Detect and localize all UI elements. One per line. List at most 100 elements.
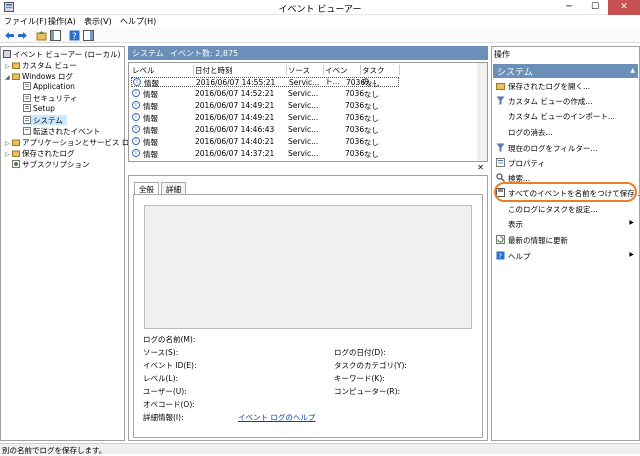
collapse-up-icon[interactable]: ▲ [630, 67, 635, 74]
subscription-icon [12, 160, 20, 168]
help-icon: ? [496, 251, 505, 260]
tree-item-forwarded-events[interactable]: 転送されたイベント [23, 126, 101, 136]
event-list: レベル 日付と時刻 ソース イベント... タスクの... i 情報 2016/… [128, 62, 488, 162]
log-icon [23, 116, 31, 124]
table-row[interactable]: i 情報 2016/06/07 14:49:21 Servic... 7036 … [131, 113, 399, 123]
tree-item-windows-logs[interactable]: ◢ Windows ログ [5, 71, 73, 81]
folder-icon [12, 62, 20, 69]
search-icon [496, 173, 505, 182]
folder-up-icon[interactable] [36, 30, 47, 41]
detail-pane-bar: ✕ [128, 163, 488, 173]
help-icon[interactable]: ? [69, 30, 80, 41]
tree-item-saved-logs[interactable]: ▷ 保存されたログ [5, 148, 75, 158]
tree-item-subscriptions[interactable]: サブスクリプション [12, 159, 90, 169]
expand-icon[interactable]: ▷ [5, 63, 12, 70]
tree-item-setup[interactable]: Setup [23, 104, 55, 114]
actions-section-header[interactable]: システム ▲ [493, 64, 638, 78]
svg-text:?: ? [72, 32, 77, 41]
action-filter-current-log[interactable]: 現在のログをフィルター... [496, 143, 636, 155]
tree-item-root[interactable]: イベント ビューアー (ローカル) [3, 49, 120, 59]
tree-item-application[interactable]: Application [23, 82, 75, 92]
info-icon: i [132, 125, 140, 133]
tab-details[interactable]: 詳細 [161, 182, 186, 194]
table-row[interactable]: i 情報 2016/06/07 14:49:21 Servic... 7036 … [131, 101, 399, 111]
action-view[interactable]: 表示 ▶ [508, 219, 636, 231]
column-header-date[interactable]: 日付と時刻 [195, 65, 287, 75]
table-row[interactable]: i 情報 2016/06/07 14:40:21 Servic... 7036 … [131, 137, 399, 147]
column-header-event-id[interactable]: イベント... [325, 65, 361, 86]
show-hide-tree-icon[interactable] [50, 30, 61, 41]
tree-item-system[interactable]: システム [23, 115, 67, 125]
show-hide-action-pane-icon[interactable] [83, 30, 94, 41]
field-event-id: イベント ID(E): [143, 361, 197, 370]
menu-action[interactable]: 操作(A) [48, 16, 76, 27]
menu-view[interactable]: 表示(V) [84, 16, 112, 27]
console-tree: イベント ビューアー (ローカル) ▷ カスタム ビュー ◢ Windows ログ … [0, 46, 137, 441]
field-more-info: 詳細情報(I): [143, 413, 184, 422]
log-icon [23, 127, 31, 135]
minimize-button[interactable]: ─ [556, 0, 582, 15]
refresh-icon [496, 235, 505, 244]
submenu-arrow-icon: ▶ [629, 251, 634, 258]
log-header: システム イベント数: 2,875 [128, 46, 488, 60]
action-create-custom-view[interactable]: カスタム ビューの作成... [496, 96, 636, 108]
tab-general[interactable]: 全般 [134, 182, 159, 194]
tree-item-custom-views[interactable]: ▷ カスタム ビュー [5, 60, 77, 70]
action-open-saved-log[interactable]: 保存されたログを開く... [496, 81, 636, 93]
column-header-task[interactable]: タスクの... [362, 65, 400, 86]
action-attach-task[interactable]: このログにタスクを設定... [508, 204, 640, 216]
collapse-icon[interactable]: ◢ [5, 74, 12, 81]
submenu-arrow-icon: ▶ [629, 219, 634, 226]
window-title: イベント ビューアー [278, 5, 362, 15]
info-icon: i [133, 78, 141, 86]
table-row[interactable]: i 情報 2016/06/07 14:52:21 Servic... 7036 … [131, 89, 399, 99]
column-header-source[interactable]: ソース [288, 65, 324, 75]
info-icon: i [132, 137, 140, 145]
actions-pane: 操作 システム ▲ 保存されたログを開く... カスタム ビューの作成... カ… [491, 46, 640, 441]
status-text: 別の名前でログを保存します。 [2, 446, 107, 455]
info-icon: i [132, 113, 140, 121]
event-viewer-icon [3, 50, 11, 58]
menu-help[interactable]: ヘルプ(H) [120, 16, 156, 27]
field-task-category: タスクのカテゴリ(Y): [334, 361, 407, 370]
actions-title: 操作 [494, 50, 510, 59]
expand-icon[interactable]: ▷ [5, 140, 12, 147]
filter-icon [496, 143, 505, 152]
action-refresh[interactable]: 最新の情報に更新 [496, 235, 636, 247]
field-log-name: ログの名前(M): [143, 335, 196, 344]
detail-close-icon[interactable]: ✕ [477, 163, 484, 172]
expand-icon[interactable]: ▷ [5, 151, 12, 158]
table-row[interactable]: i 情報 2016/06/07 14:55:21 Servic... 7036 … [131, 77, 399, 88]
field-keywords: キーワード(K): [334, 374, 385, 383]
forward-arrow-icon[interactable] [17, 30, 28, 41]
log-icon [23, 82, 31, 90]
svg-text:?: ? [498, 253, 502, 261]
info-icon: i [132, 89, 140, 97]
action-properties[interactable]: プロパティ [496, 158, 636, 170]
log-name: システム [132, 49, 164, 58]
table-row[interactable]: i 情報 2016/06/07 14:37:21 Servic... 7036 … [131, 149, 399, 159]
tab-general-body: ログの名前(M): ソース(S): イベント ID(E): レベル(L): ユー… [133, 194, 483, 438]
maximize-button[interactable]: ☐ [582, 0, 608, 15]
event-log-help-link[interactable]: イベント ログのヘルプ [238, 412, 315, 423]
table-row[interactable]: i 情報 2016/06/07 14:46:43 Servic... 7036 … [131, 125, 399, 135]
field-computer: コンピューター(R): [334, 387, 401, 396]
action-clear-log[interactable]: ログの消去... [508, 127, 640, 139]
back-arrow-icon[interactable] [4, 30, 15, 41]
close-button[interactable]: ✕ [608, 0, 640, 15]
field-logged: ログの日付(D): [334, 348, 386, 357]
tree-item-security[interactable]: セキュリティ [23, 93, 78, 103]
action-help[interactable]: ? ヘルプ ▶ [496, 251, 636, 263]
folder-icon [12, 73, 20, 80]
field-user: ユーザー(U): [143, 387, 187, 396]
action-import-custom-view[interactable]: カスタム ビューのインポート... [508, 111, 640, 123]
tree-item-app-service-logs[interactable]: ▷ アプリケーションとサービス ログ [5, 137, 137, 147]
event-message-box[interactable] [144, 205, 472, 329]
column-header-level[interactable]: レベル [132, 65, 194, 75]
filter-create-icon [496, 96, 505, 105]
menu-file[interactable]: ファイル(F) [4, 16, 47, 27]
vertical-scrollbar[interactable] [477, 63, 487, 161]
folder-icon [12, 150, 20, 157]
folder-open-icon [496, 83, 505, 90]
info-icon: i [132, 149, 140, 157]
